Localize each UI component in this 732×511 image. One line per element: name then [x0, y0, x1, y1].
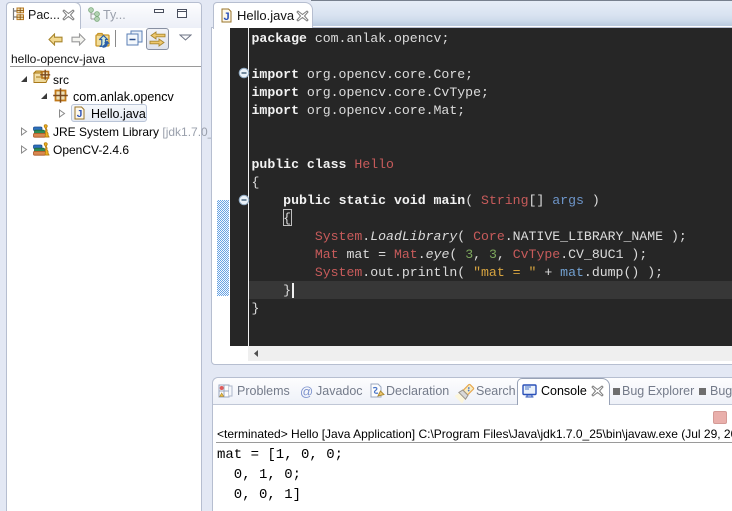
svg-text:J: J	[77, 109, 83, 120]
svg-text:J: J	[223, 11, 229, 23]
